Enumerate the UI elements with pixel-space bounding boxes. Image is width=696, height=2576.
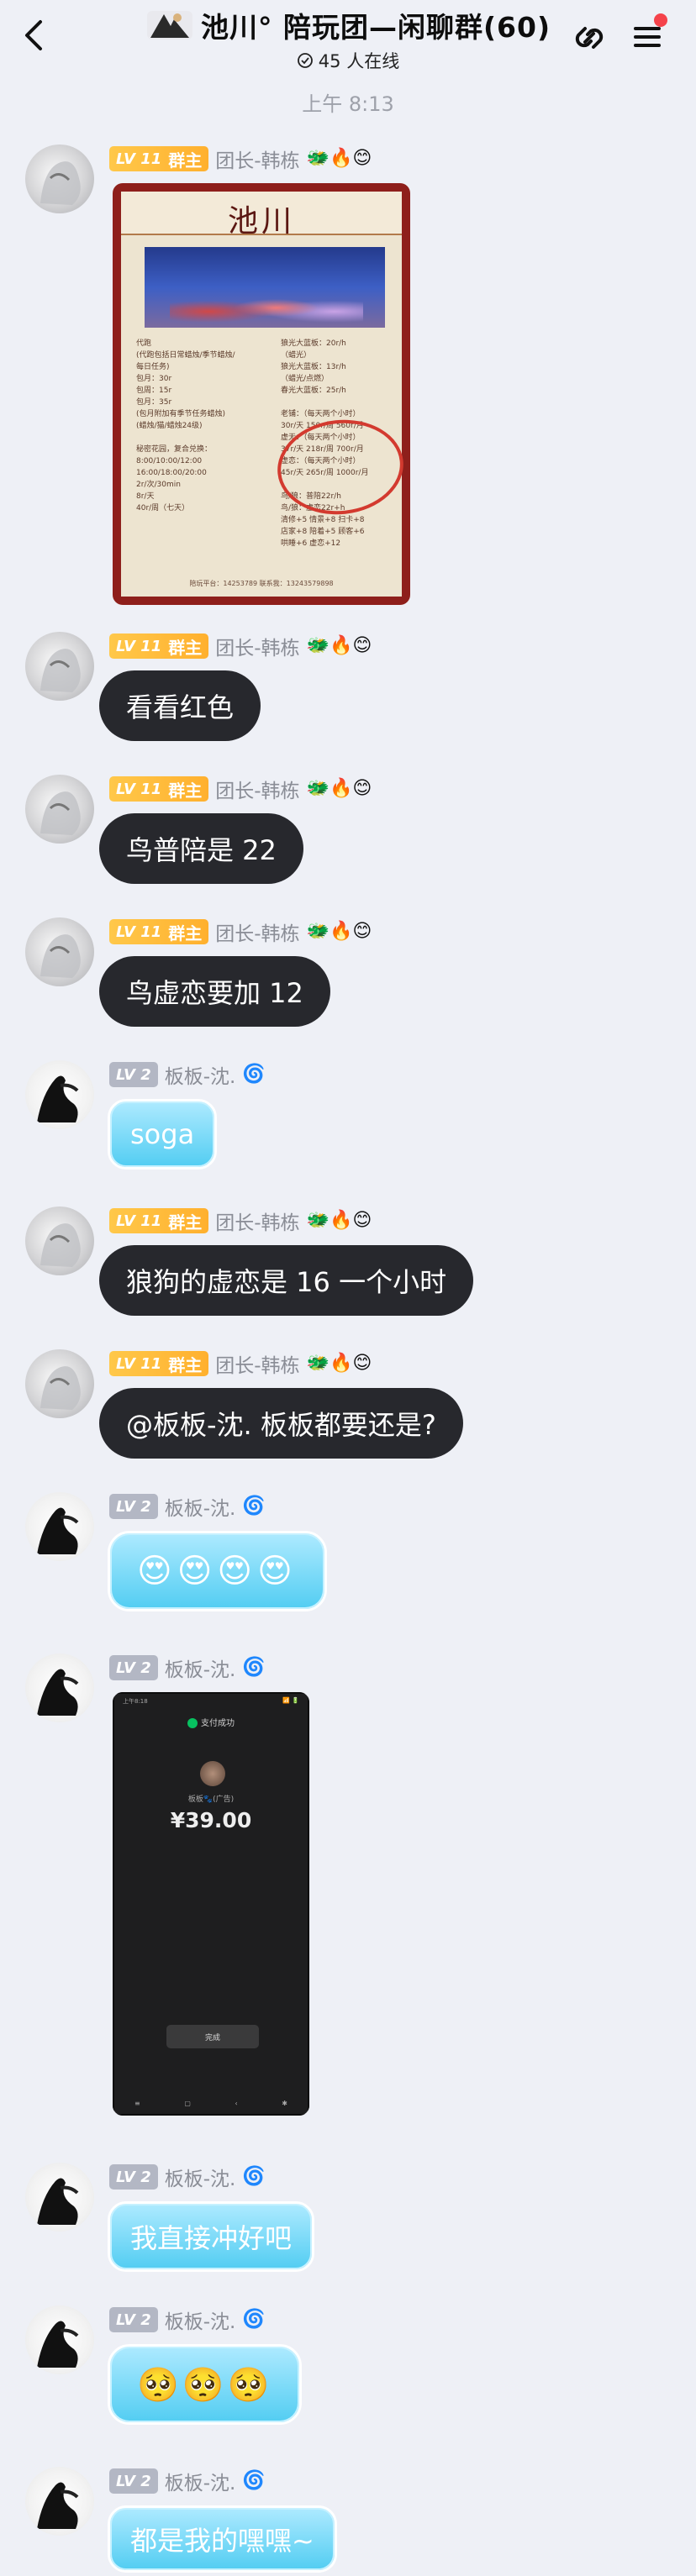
avatar-owner[interactable] [25,917,94,986]
message-bubble[interactable]: 鸟虚恋要加 12 [99,956,330,1027]
message-bubble[interactable]: 😍😍😍😍 [108,1531,327,1611]
sender-meta: LV 11 群主 团长-韩栋 🐲🔥😊 [109,775,372,803]
group-title: 池川° 陪玩团—闲聊群(60) [200,11,551,44]
sender-meta: LV 11 群主 团长-韩栋 🐲🔥😊 [109,1349,372,1378]
message-bubble[interactable]: 鸟普陪是 22 [99,813,303,884]
sender-name[interactable]: 团长-韩栋 [215,917,299,946]
avatar-member[interactable] [25,1653,94,1722]
group-logo-icon [145,8,194,43]
level-badge: LV 2 [109,1655,158,1680]
level-badge: LV 2 [109,2307,158,2332]
level-badge: LV 2 [109,1062,158,1087]
sender-name[interactable]: 板板-沈. [165,2163,236,2191]
avatar-member[interactable] [25,1492,94,1561]
price-list-image[interactable]: 池川 代跑 (代跑包括日常蜡烛/季节蜡烛/ 每日任务) 包月：30r 包周：15… [113,183,410,605]
level-badge: LV 11 群主 [109,1208,209,1233]
sender-tags: 🐲🔥😊 [306,148,372,169]
sender-tags: 🐲🔥😊 [306,778,372,799]
link-button[interactable] [568,17,610,59]
sender-meta: LV 2 板板-沈. 🌀 [109,1060,266,1089]
sender-tags: 🐲🔥😊 [306,635,372,656]
check-icon [187,1718,198,1728]
avatar-owner[interactable] [25,632,94,701]
sender-tags: 🌀 [242,1064,266,1085]
phone-status-bar: 上午8:18 📶 🔋 [123,1697,299,1705]
price-card-footer: 陪玩平台：14253789 联系我：13243579898 [189,580,334,587]
sender-name[interactable]: 团长-韩栋 [215,632,299,660]
payee-avatar [200,1761,225,1786]
sender-tags: 🌀 [242,2166,266,2187]
sender-meta: LV 2 板板-沈. 🌀 [109,2163,266,2191]
payee-name: 板板🐾(广告) [187,1795,235,1804]
level-badge: LV 2 [109,1494,158,1519]
avatar-member[interactable] [25,1060,94,1129]
avatar-member[interactable] [25,2467,94,2536]
level-badge: LV 11 群主 [109,1351,209,1376]
price-card-photo [145,247,385,328]
level-badge: LV 11 群主 [109,776,209,802]
price-card-title: 池川 [227,204,295,239]
sender-tags: 🐲🔥😊 [306,1353,372,1374]
avatar-owner[interactable] [25,145,94,213]
online-count: 45 人在线 [297,48,399,73]
avatar-owner[interactable] [25,1349,94,1418]
sender-tags: 🌀 [242,1657,266,1678]
payment-done-button: 完成 [166,2025,259,2048]
level-badge: LV 2 [109,2468,158,2494]
sender-name[interactable]: 板板-沈. [165,1060,236,1089]
payment-screenshot[interactable]: 上午8:18 📶 🔋 支付成功 板板🐾(广告) ¥39.00 完成 ≡ ▢ ‹ ✱ [113,1692,309,2116]
sender-tags: 🐲🔥😊 [306,921,372,942]
message-bubble[interactable]: 我直接冲好吧 [108,2201,315,2272]
message-bubble[interactable]: 🥺🥺🥺 [108,2344,303,2425]
message-bubble[interactable]: 看看红色 [99,670,261,741]
payment-success-label: 支付成功 [114,1716,308,1728]
message-bubble[interactable]: @板板-沈. 板板都要还是? [99,1388,463,1459]
online-count-text: 45 人在线 [318,51,400,71]
avatar-member[interactable] [25,2163,94,2232]
sender-meta: LV 11 群主 团长-韩栋 🐲🔥😊 [109,145,372,173]
avatar-owner[interactable] [25,1207,94,1275]
chat-header: 池川° 陪玩团—闲聊群(60) 45 人在线 [0,0,696,72]
sender-meta: LV 11 群主 团长-韩栋 🐲🔥😊 [109,1207,372,1235]
sender-meta: LV 11 群主 团长-韩栋 🐲🔥😊 [109,917,372,946]
notification-dot [654,13,667,27]
link-icon [575,27,604,49]
sender-name[interactable]: 板板-沈. [165,1653,236,1682]
level-badge: LV 11 群主 [109,146,209,171]
sender-name[interactable]: 团长-韩栋 [215,145,299,173]
sender-meta: LV 2 板板-沈. 🌀 [109,1653,266,1682]
sender-meta: LV 11 群主 团长-韩栋 🐲🔥😊 [109,632,372,660]
sender-name[interactable]: 板板-沈. [165,2467,236,2495]
avatar-member[interactable] [25,2305,94,2374]
avatar-owner[interactable] [25,775,94,844]
price-card-left-text: 代跑 (代跑包括日常蜡烛/季节蜡烛/ 每日任务) 包月：30r 包周：15r 包… [136,339,235,513]
message-bubble[interactable]: 狼狗的虚恋是 16 一个小时 [99,1245,474,1316]
message-bubble[interactable]: 都是我的嘿嘿~ [108,2505,337,2573]
sender-tags: 🌀 [242,2470,266,2491]
sender-meta: LV 2 板板-沈. 🌀 [109,2305,266,2334]
phone-nav-bar: ≡ ▢ ‹ ✱ [134,2100,287,2107]
message-bubble[interactable]: soga [108,1099,218,1170]
level-badge: LV 11 群主 [109,633,209,659]
level-badge: LV 11 群主 [109,919,209,944]
sender-name[interactable]: 团长-韩栋 [215,1207,299,1235]
sender-name[interactable]: 团长-韩栋 [215,775,299,803]
sender-tags: 🌀 [242,1496,266,1517]
sender-meta: LV 2 板板-沈. 🌀 [109,2467,266,2495]
message-timestamp: 上午 8:13 [302,92,394,116]
level-badge: LV 2 [109,2164,158,2190]
sender-meta: LV 2 板板-沈. 🌀 [109,1492,266,1521]
sender-name[interactable]: 板板-沈. [165,1492,236,1521]
sender-name[interactable]: 板板-沈. [165,2305,236,2334]
sender-tags: 🌀 [242,2309,266,2330]
sender-tags: 🐲🔥😊 [306,1210,372,1231]
online-status-icon [297,53,313,68]
sender-name[interactable]: 团长-韩栋 [215,1349,299,1378]
payment-amount: ¥39.00 [170,1808,252,1832]
menu-button[interactable] [629,13,669,57]
